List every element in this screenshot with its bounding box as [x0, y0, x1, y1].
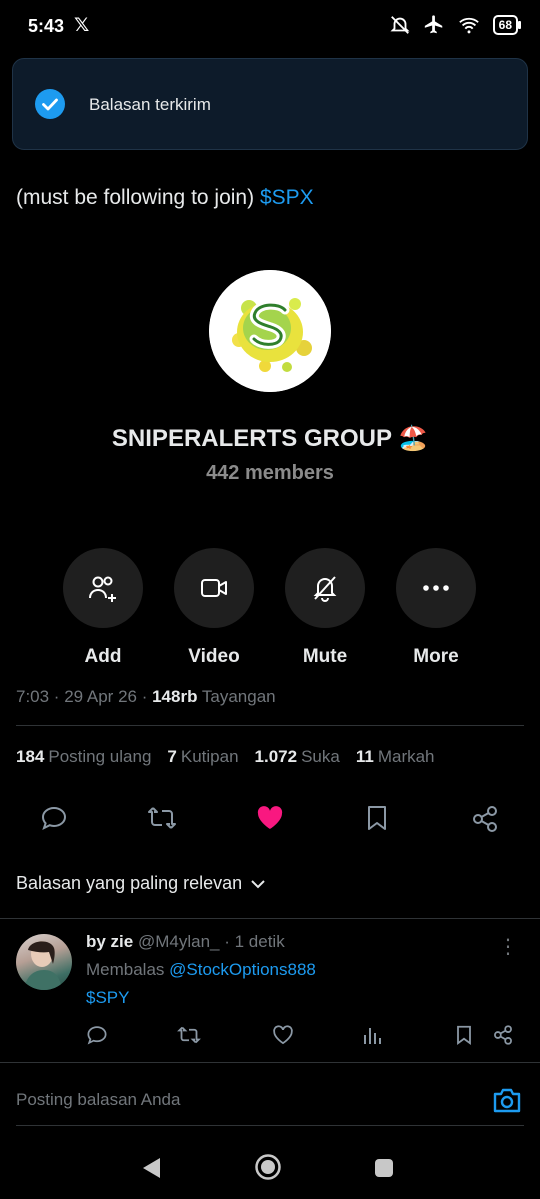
airplane-icon [424, 15, 442, 34]
reply-handle: @M4ylan_ · 1 detik [137, 932, 285, 951]
views-label: Tayangan [197, 687, 276, 706]
add-label: Add [84, 646, 122, 667]
reply-sort-label: Balasan yang paling relevan [16, 873, 243, 893]
group-name[interactable]: SNIPERALERTS GROUP 🏖️ [0, 424, 540, 453]
more-button-circle[interactable] [396, 548, 476, 628]
reply-item[interactable]: by zie @M4ylan_ · 1 detik ⋮ Membalas @St… [0, 920, 540, 1060]
share-icon[interactable] [492, 1024, 514, 1046]
avatar[interactable] [16, 934, 72, 990]
divider [0, 1062, 540, 1063]
mute-label: Mute [302, 646, 348, 667]
back-icon[interactable] [140, 1156, 162, 1180]
reply-sort-dropdown[interactable]: Balasan yang paling relevan [16, 873, 266, 894]
divider [0, 918, 540, 919]
like-icon[interactable] [255, 804, 285, 832]
home-icon[interactable] [254, 1153, 282, 1181]
share-icon[interactable] [470, 804, 500, 834]
reposts-label: Posting ulang [48, 747, 152, 766]
bookmark-icon[interactable] [455, 1024, 473, 1046]
tweet-timestamp: 7:03 · 29 Apr 26 · [16, 687, 153, 706]
reply-header: by zie @M4ylan_ · 1 detik [86, 932, 285, 952]
cashtag-link[interactable]: $SPX [260, 186, 314, 209]
quotes-label: Kutipan [180, 747, 239, 766]
wifi-icon [458, 17, 479, 34]
more-options-icon[interactable]: ⋮ [498, 934, 518, 959]
status-icons: 68 [389, 14, 522, 36]
mute-button-circle[interactable] [285, 548, 365, 628]
x-logo-icon: 𝕏 [74, 15, 90, 36]
repost-icon[interactable] [146, 804, 178, 832]
reply-icon[interactable] [86, 1024, 108, 1046]
tweet-text-prefix: (must be following to join) [16, 186, 260, 209]
status-time: 5:43 [28, 16, 65, 36]
divider [16, 725, 524, 726]
tweet-meta: 7:03 · 29 Apr 26 · 148rb Tayangan [16, 687, 276, 707]
bookmark-icon[interactable] [365, 804, 389, 832]
check-circle-icon [35, 89, 65, 119]
reposts-stat[interactable]: 184 Posting ulang [16, 747, 151, 767]
add-button[interactable]: Add [63, 548, 143, 668]
more-button[interactable]: More [396, 548, 476, 668]
likes-count: 1.072 [254, 747, 298, 766]
likes-label: Suka [301, 747, 340, 766]
video-icon [201, 579, 227, 597]
quotes-stat[interactable]: 7 Kutipan [167, 747, 238, 767]
likes-stat[interactable]: 1.072 Suka [255, 747, 340, 767]
more-label: More [413, 646, 459, 667]
tweet-text: (must be following to join) $SPX [16, 186, 314, 210]
status-bar: 5:43 𝕏 68 [0, 0, 540, 54]
views-count: 148rb [152, 687, 198, 706]
video-label: Video [188, 646, 240, 667]
views-icon[interactable] [362, 1024, 382, 1046]
replying-to-prefix: Membalas [86, 960, 170, 979]
like-icon[interactable] [272, 1024, 294, 1046]
group-avatar[interactable] [209, 270, 331, 392]
bookmarks-stat[interactable]: 11 Markah [356, 747, 435, 767]
quotes-count: 7 [167, 747, 177, 766]
reply-input[interactable]: Posting balasan Anda [16, 1090, 180, 1110]
battery-icon: 68 [492, 15, 522, 35]
mute-button[interactable]: Mute [285, 548, 365, 668]
toast-notification: Balasan terkirim [12, 58, 528, 150]
bookmarks-count: 11 [355, 747, 374, 766]
replying-to: Membalas @StockOptions888 [86, 960, 316, 980]
camera-icon[interactable] [492, 1086, 522, 1114]
more-icon [423, 585, 449, 591]
reply-icon[interactable] [40, 804, 68, 832]
engagement-bar [0, 804, 540, 838]
reply-text[interactable]: $SPY [86, 988, 129, 1008]
divider [16, 1125, 524, 1126]
tweet-stats: 184 Posting ulang 7 Kutipan 1.072 Suka 11 Ma… [16, 747, 435, 767]
recents-icon[interactable] [374, 1158, 394, 1178]
bookmarks-label: Markah [377, 747, 435, 766]
repost-icon[interactable] [177, 1024, 201, 1046]
bell-muted-icon [390, 16, 410, 34]
reply-author-name[interactable]: by zie [86, 932, 133, 951]
video-button[interactable]: Video [174, 548, 254, 668]
toast-text: Balasan terkirim [89, 95, 211, 114]
bell-off-icon [313, 576, 337, 602]
add-button-circle[interactable] [63, 548, 143, 628]
replying-to-link[interactable]: @StockOptions888 [169, 960, 316, 979]
reposts-count: 184 [16, 747, 45, 766]
add-people-icon [89, 576, 116, 602]
reply-engagement-bar [0, 1024, 540, 1046]
video-button-circle[interactable] [174, 548, 254, 628]
group-member-count: 442 members [206, 462, 334, 484]
system-nav-bar [0, 1140, 540, 1199]
chevron-down-icon [251, 879, 265, 888]
